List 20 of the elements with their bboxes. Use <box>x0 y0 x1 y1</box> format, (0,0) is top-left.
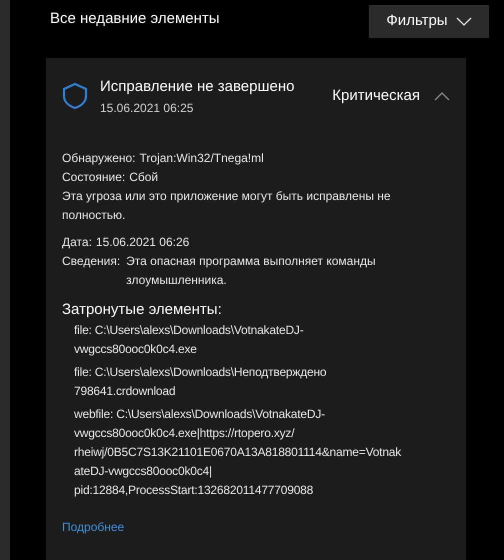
detail-label: Дата: <box>62 234 92 250</box>
affected-item: webfile: C:\Users\alexs\Downloads\VotnakateDJ- vwgccs80ooc0k0c4.exe|https://rtopero.xyz/ rheiwj/0B5C7S13K21101E0670A13A818801114&name=Votnak ateDJ-vwgccs80ooc0k0c4| pid:12884,ProcessStart:132682011477709088 <box>74 406 402 498</box>
affected-heading: Затронутые элементы: <box>62 300 223 318</box>
chevron-up-icon <box>434 92 450 101</box>
detail-value: Сбой <box>129 168 158 186</box>
shield-icon <box>62 82 88 110</box>
filter-button[interactable]: Фильтры <box>369 5 489 38</box>
detail-value: Эта опасная программа выполняет команды злоумышленника. <box>126 252 376 288</box>
detail-value: 15.06.2021 06:26 <box>96 234 190 250</box>
threat-date: 15.06.2021 06:25 <box>100 100 194 116</box>
detail-label: Состояние: <box>62 168 126 186</box>
severity-label: Критическая <box>332 86 420 106</box>
detail-value: Trojan:Win32/Tnega!ml <box>140 150 264 166</box>
threat-description: Эта угроза или это приложение могут быть исправлены не полностью. <box>62 188 392 224</box>
detail-label: Обнаружено: <box>62 150 136 166</box>
chevron-down-icon <box>456 17 472 26</box>
section-title: Все недавние элементы <box>50 9 220 29</box>
threat-title: Исправление не завершено <box>100 77 294 97</box>
detail-label: Сведения: <box>62 252 120 270</box>
more-link[interactable]: Подробнее <box>62 518 124 536</box>
